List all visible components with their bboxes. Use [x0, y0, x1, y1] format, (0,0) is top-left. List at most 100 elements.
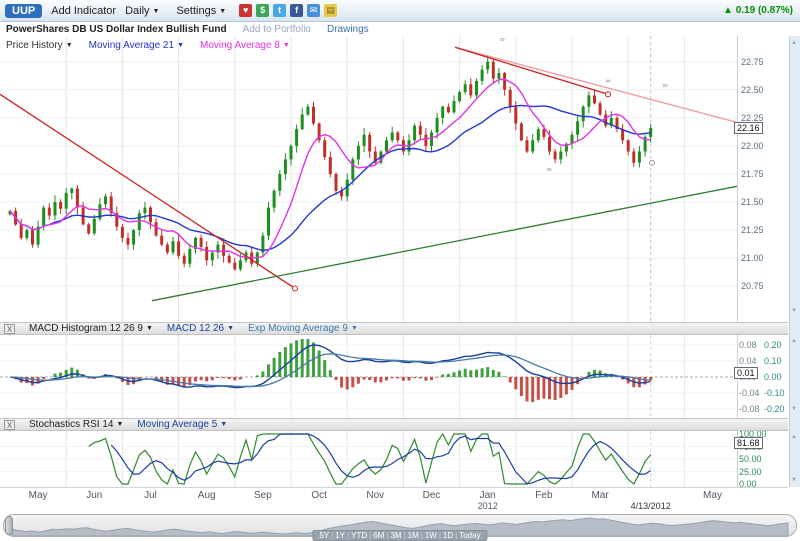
indicator-label: Stochastics RSI 14	[29, 419, 113, 430]
indicator-label: Moving Average 5	[137, 419, 217, 430]
stochastics-rsi-dropdown[interactable]: Stochastics RSI 14▼	[29, 419, 123, 430]
axis-tick: -0.04	[739, 388, 760, 398]
month-label: Dec	[423, 490, 441, 501]
price-history-dropdown[interactable]: Price History▼	[6, 40, 73, 51]
chevron-down-icon: ▼	[220, 421, 227, 428]
chevron-down-icon: ▼	[283, 42, 290, 49]
add-indicator-button[interactable]: Add Indicator	[51, 5, 116, 17]
axis-tick: 50.00	[739, 454, 762, 464]
fund-name: PowerShares DB US Dollar Index Bullish F…	[6, 24, 227, 35]
axis-tick: -0.10	[764, 388, 785, 398]
timeframe-label: Daily	[125, 5, 149, 17]
macd-current-badge: 0.01	[734, 367, 758, 379]
stocktwits-icon[interactable]: $	[256, 4, 269, 17]
axis-tick: 21.00	[741, 253, 764, 263]
mail-icon[interactable]: ✉	[307, 4, 320, 17]
close-panel-button[interactable]: X	[4, 420, 15, 430]
axis-tick: 21.25	[741, 225, 764, 235]
axis-tick: 0.04	[739, 356, 757, 366]
close-panel-button[interactable]: X	[4, 324, 15, 334]
toolbar: UUP Add Indicator Daily ▼ Settings▼ ♥ $ tf ✉…	[0, 0, 800, 22]
right-scrollbar-gutter[interactable]	[789, 36, 800, 487]
svg-text:∞: ∞	[606, 78, 611, 85]
moving-average-5-dropdown[interactable]: Moving Average 5▼	[137, 419, 227, 430]
price-change: ▲ 0.19 (0.87%)	[723, 5, 795, 16]
scroll-up-icon[interactable]: ▲	[791, 40, 797, 46]
price-chart[interactable]: ∞∞∞∞	[0, 36, 737, 322]
chevron-down-icon: ▼	[66, 42, 73, 49]
month-label: Aug	[198, 490, 216, 501]
range-button-3m[interactable]: 3M	[388, 531, 403, 540]
chevron-down-icon: ▼	[227, 325, 234, 332]
scroll-up-icon[interactable]: ▲	[791, 338, 797, 344]
chevron-down-icon: ▼	[351, 325, 358, 332]
range-button-today[interactable]: Today	[457, 531, 482, 540]
axis-tick: 0.20	[764, 340, 782, 350]
scroll-up-icon[interactable]: ▲	[791, 434, 797, 440]
range-button-5y[interactable]: 5Y	[317, 531, 331, 540]
axis-tick: 21.50	[741, 197, 764, 207]
timeframe-dropdown[interactable]: Daily ▼	[125, 5, 159, 17]
axis-extra-label: 4/13/2012	[631, 501, 671, 511]
range-button-1w[interactable]: 1W	[423, 531, 439, 540]
chevron-down-icon: ▼	[153, 8, 160, 15]
indicator-label: MACD Histogram 12 26 9	[29, 323, 143, 334]
change-value: 0.19 (0.87%)	[736, 5, 793, 16]
indicator-label: Exp Moving Average 9	[248, 323, 348, 334]
macd-dropdown[interactable]: MACD 12 26▼	[167, 323, 234, 334]
macd-chart[interactable]	[0, 335, 737, 418]
range-button-1d[interactable]: 1D	[441, 531, 455, 540]
moving-average-8-dropdown[interactable]: Moving Average 8▼	[200, 40, 290, 51]
axis-tick: 25.00	[739, 467, 762, 477]
twitter-icon[interactable]: t	[273, 4, 286, 17]
add-to-portfolio-button[interactable]: Add to Portfolio	[243, 24, 311, 35]
up-arrow-icon: ▲	[723, 5, 733, 16]
axis-tick: 0.10	[764, 356, 782, 366]
axis-extra-label: May	[703, 490, 722, 501]
axis-tick: 21.75	[741, 169, 764, 179]
indicator-label: Moving Average 21	[89, 40, 174, 51]
svg-text:∞: ∞	[500, 37, 505, 44]
moving-average-21-dropdown[interactable]: Moving Average 21▼	[89, 40, 184, 51]
axis-tick: 0.08	[739, 340, 757, 350]
axis-tick: 22.00	[741, 141, 764, 151]
axis-tick: 22.75	[741, 57, 764, 67]
scroll-down-icon[interactable]: ▼	[791, 308, 797, 314]
zoom-slider-left-handle[interactable]	[5, 516, 13, 535]
range-button-6m[interactable]: 6M	[371, 531, 386, 540]
range-button-1m[interactable]: 1M	[406, 531, 421, 540]
scroll-down-icon[interactable]: ▼	[791, 406, 797, 412]
axis-tick: -0.08	[739, 404, 760, 414]
heart-icon[interactable]: ♥	[239, 4, 252, 17]
notes-icon[interactable]: ▤	[324, 4, 337, 17]
price-current-badge: 22.16	[734, 122, 763, 134]
chevron-down-icon: ▼	[146, 325, 153, 332]
app-window: UUP Add Indicator Daily ▼ Settings▼ ♥ $ tf ✉…	[0, 0, 800, 541]
stochastics-chart[interactable]	[0, 431, 737, 487]
macd-histogram-dropdown[interactable]: MACD Histogram 12 26 9▼	[29, 323, 153, 334]
month-label: Jul	[144, 490, 157, 501]
chevron-down-icon: ▼	[116, 421, 123, 428]
price-panel-indicators: Price History▼ Moving Average 21▼ Moving…	[6, 40, 290, 51]
indicator-label: Price History	[6, 40, 63, 51]
month-label: Sep	[254, 490, 272, 501]
month-label: Jun	[86, 490, 102, 501]
ticker-symbol[interactable]: UUP	[5, 4, 42, 18]
macd-panel-header: X MACD Histogram 12 26 9▼ MACD 12 26▼ Ex…	[0, 322, 788, 335]
range-button-ytd[interactable]: YTD	[349, 531, 369, 540]
month-label: Feb	[535, 490, 552, 501]
stochastics-current-badge: 81.68	[734, 437, 763, 449]
indicator-label: MACD 12 26	[167, 323, 224, 334]
time-axis: MayJunJulAugSepOctNovDecJanFebMarMay2012…	[0, 487, 788, 513]
axis-tick: 22.50	[741, 85, 764, 95]
exp-moving-average-dropdown[interactable]: Exp Moving Average 9▼	[248, 323, 358, 334]
range-button-1y[interactable]: 1Y	[333, 531, 347, 540]
month-label: Mar	[591, 490, 608, 501]
facebook-icon[interactable]: f	[290, 4, 303, 17]
axis-tick: -0.20	[764, 404, 785, 414]
month-label: May	[29, 490, 48, 501]
drawings-button[interactable]: Drawings	[327, 24, 369, 35]
chevron-down-icon: ▼	[177, 42, 184, 49]
scroll-down-icon[interactable]: ▼	[791, 477, 797, 483]
settings-dropdown[interactable]: Settings▼	[176, 5, 226, 17]
